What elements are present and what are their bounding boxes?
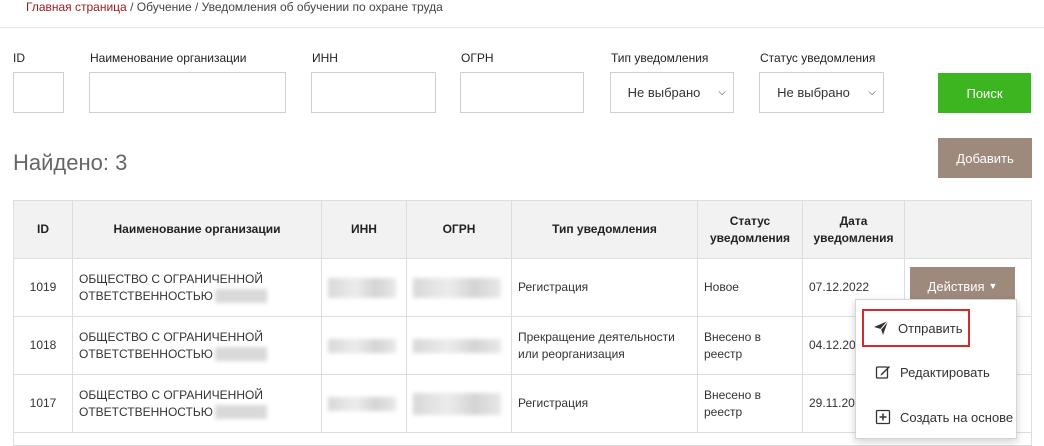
row-status: Внесено в реестр: [698, 375, 803, 432]
row-inn: [322, 317, 407, 374]
col-header-org[interactable]: Наименование организации: [73, 201, 322, 258]
redacted-name: [214, 347, 267, 362]
filter-status-select[interactable]: Не выбрано ⌵: [759, 72, 884, 113]
redacted-name: [214, 405, 267, 420]
row-org-line2: ОТВЕТСТВЕННОСТЬЮ: [79, 288, 213, 303]
row-id: 1018: [14, 317, 73, 374]
redacted-ogrn: [413, 338, 501, 353]
row-org-line2-wrap: ОТВЕТСТВЕННОСТЬЮ: [79, 288, 267, 305]
search-button[interactable]: Поиск: [938, 73, 1031, 113]
redacted-inn: [328, 396, 396, 411]
menu-item-create-based-label: Создать на основе: [900, 409, 1014, 425]
breadcrumb-separator: /: [126, 0, 137, 14]
row-org-line1: ОБЩЕСТВО С ОГРАНИЧЕННОЙ: [79, 271, 263, 286]
row-org-line2-wrap: ОТВЕТСТВЕННОСТЬЮ: [79, 404, 267, 421]
redacted-inn: [328, 277, 396, 298]
breadcrumb-separator: /: [191, 0, 202, 14]
actions-dropdown-menu: Отправить Редактировать Создать на основ…: [855, 299, 1017, 439]
filter-id-input[interactable]: [13, 72, 64, 113]
menu-item-edit[interactable]: Редактировать: [856, 355, 1016, 389]
row-status: Новое: [698, 259, 803, 316]
row-id: 1019: [14, 259, 73, 316]
filter-status-label: Статус уведомления: [760, 51, 876, 65]
row-ogrn: [407, 317, 512, 374]
table-header-row: ID Наименование организации ИНН ОГРН Тип…: [14, 201, 1031, 259]
plus-square-icon: [874, 408, 892, 426]
actions-button-label: Действия: [927, 278, 985, 294]
row-type: Регистрация: [512, 375, 698, 432]
col-header-type[interactable]: Тип уведомления: [512, 201, 698, 258]
row-ogrn: [407, 259, 512, 316]
breadcrumb-section-link[interactable]: Обучение: [137, 0, 192, 14]
header-divider: [0, 27, 1044, 28]
add-button[interactable]: Добавить: [938, 138, 1032, 178]
row-type: Регистрация: [512, 259, 698, 316]
breadcrumb: Главная страница / Обучение / Уведомлени…: [26, 0, 443, 14]
col-header-inn[interactable]: ИНН: [322, 201, 407, 258]
row-org-line1: ОБЩЕСТВО С ОГРАНИЧЕННОЙ: [79, 387, 263, 402]
filter-org-input[interactable]: [89, 72, 286, 113]
menu-item-send-label: Отправить: [898, 320, 963, 336]
col-header-id[interactable]: ID: [14, 201, 73, 258]
filter-inn-input[interactable]: [311, 72, 436, 113]
chevron-down-icon: ⌵: [868, 87, 876, 98]
col-header-ogrn[interactable]: ОГРН: [407, 201, 512, 258]
filter-type-select[interactable]: Не выбрано ⌵: [610, 72, 734, 113]
menu-item-edit-label: Редактировать: [900, 364, 990, 380]
row-org-line2-wrap: ОТВЕТСТВЕННОСТЬЮ: [79, 346, 267, 363]
row-org-line1: ОБЩЕСТВО С ОГРАНИЧЕННОЙ: [79, 329, 263, 344]
row-type: Прекращение деятельности или реорганизац…: [512, 317, 698, 374]
col-header-date[interactable]: Дата уведомления: [803, 201, 905, 258]
breadcrumb-current-page: Уведомления об обучении по охране труда: [201, 0, 443, 14]
edit-icon: [874, 363, 892, 381]
caret-down-icon: ▼: [988, 281, 998, 291]
menu-item-create-based[interactable]: Создать на основе: [856, 400, 1016, 434]
row-org-line2: ОТВЕТСТВЕННОСТЬЮ: [79, 346, 213, 361]
col-header-status[interactable]: Статус уведомления: [698, 201, 803, 258]
breadcrumb-home-link[interactable]: Главная страница: [26, 0, 127, 14]
redacted-ogrn: [413, 277, 501, 298]
row-inn: [322, 259, 407, 316]
row-ogrn: [407, 375, 512, 432]
menu-item-send[interactable]: Отправить: [862, 309, 970, 347]
filter-ogrn-input[interactable]: [460, 72, 584, 113]
redacted-inn: [328, 338, 396, 353]
row-status: Внесено в реестр: [698, 317, 803, 374]
row-id: 1017: [14, 375, 73, 432]
filter-id-label: ID: [13, 51, 25, 65]
row-inn: [322, 375, 407, 432]
filter-ogrn-label: ОГРН: [461, 51, 494, 65]
filter-org-label: Наименование организации: [90, 51, 247, 65]
col-header-actions: [905, 201, 1031, 258]
results-count: Найдено: 3: [13, 150, 128, 175]
redacted-ogrn: [413, 392, 501, 415]
chevron-down-icon: ⌵: [718, 87, 726, 98]
send-icon: [872, 319, 890, 337]
filter-status-value: Не выбрано: [777, 85, 850, 100]
row-org: ОБЩЕСТВО С ОГРАНИЧЕННОЙ ОТВЕТСТВЕННОСТЬЮ: [73, 317, 322, 374]
row-org-line2: ОТВЕТСТВЕННОСТЬЮ: [79, 404, 213, 419]
row-org: ОБЩЕСТВО С ОГРАНИЧЕННОЙ ОТВЕТСТВЕННОСТЬЮ: [73, 259, 322, 316]
filter-inn-label: ИНН: [312, 51, 338, 65]
filter-type-value: Не выбрано: [627, 85, 701, 100]
redacted-name: [214, 289, 267, 304]
filter-type-label: Тип уведомления: [611, 51, 709, 65]
row-org: ОБЩЕСТВО С ОГРАНИЧЕННОЙ ОТВЕТСТВЕННОСТЬЮ: [73, 375, 322, 432]
